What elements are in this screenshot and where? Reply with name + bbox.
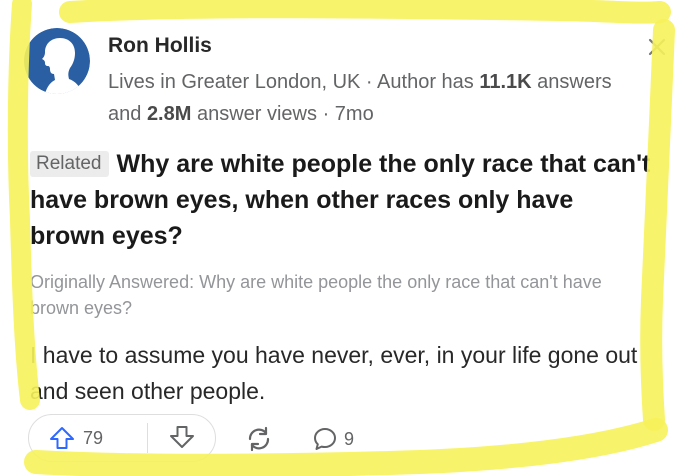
share-icon	[248, 426, 270, 452]
credential-separator: ·	[317, 103, 335, 125]
answer-card: Ron Hollis Lives in Greater London, UK ·…	[0, 0, 700, 476]
upvote-count: 79	[83, 427, 104, 448]
comment-button[interactable]: 9	[312, 424, 354, 454]
vote-group: 79	[28, 414, 216, 462]
related-badge: Related	[30, 151, 109, 177]
author-credential: Lives in Greater London, UK · Author has…	[108, 66, 648, 130]
originally-answered[interactable]: Originally Answered: Why are white peopl…	[30, 269, 655, 321]
comment-count: 9	[344, 428, 355, 449]
upvote-button[interactable]: 79	[49, 425, 161, 451]
downvote-button[interactable]	[169, 425, 201, 451]
close-icon[interactable]	[646, 36, 668, 58]
author-name[interactable]: Ron Hollis	[108, 34, 212, 58]
question-title[interactable]: Related Why are white people the only rac…	[30, 146, 655, 254]
credential-prefix: Author has	[377, 71, 480, 93]
credential-location: Lives in Greater London, UK	[108, 71, 361, 93]
downvote-arrow-icon	[170, 426, 194, 448]
author-avatar[interactable]	[24, 28, 90, 94]
question-text[interactable]: Why are white people the only race that …	[30, 150, 650, 250]
comment-icon	[314, 428, 336, 450]
views-word: answer views	[191, 103, 318, 125]
vote-divider	[147, 423, 148, 453]
share-button[interactable]	[244, 424, 274, 454]
views-count: 2.8M	[146, 103, 192, 125]
answer-text: I have to assume you have never, ever, i…	[30, 342, 638, 404]
timestamp[interactable]: 7mo	[335, 103, 374, 125]
credential-separator: ·	[360, 71, 378, 93]
answers-count: 11.1K	[479, 71, 532, 93]
profile-silhouette-icon	[24, 28, 90, 94]
upvote-arrow-icon	[50, 427, 74, 449]
